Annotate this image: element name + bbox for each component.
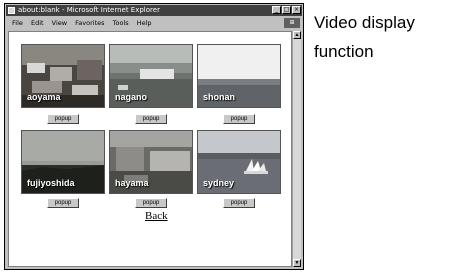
camera-thumbnail-hayama[interactable]: hayama xyxy=(109,130,193,194)
popup-button-hayama[interactable]: popup xyxy=(135,198,167,208)
thumbnail-label: sydney xyxy=(203,178,235,188)
popup-button-sydney[interactable]: popup xyxy=(223,198,255,208)
thumbnail-label: nagano xyxy=(115,92,148,102)
windows-logo-icon: ⊞ xyxy=(284,18,300,28)
menu-favorites[interactable]: Favorites xyxy=(75,19,104,27)
close-icon[interactable]: × xyxy=(292,6,301,14)
menu-view[interactable]: View xyxy=(52,19,67,27)
vertical-scrollbar[interactable]: ▲ ▼ xyxy=(292,31,301,267)
camera-thumbnail-shonan[interactable]: shonan xyxy=(197,44,281,108)
menu-help[interactable]: Help xyxy=(137,19,152,27)
browser-icon xyxy=(8,7,15,14)
scroll-down-icon[interactable]: ▼ xyxy=(293,259,301,267)
popup-button-shonan[interactable]: popup xyxy=(223,114,255,124)
back-link[interactable]: Back xyxy=(145,210,168,222)
camera-thumbnail-aoyama[interactable]: aoyama xyxy=(21,44,105,108)
thumbnail-label: shonan xyxy=(203,92,236,102)
thumbnail-label: aoyama xyxy=(27,92,61,102)
scroll-up-icon[interactable]: ▲ xyxy=(293,31,301,39)
popup-button-aoyama[interactable]: popup xyxy=(47,114,79,124)
camera-thumbnail-fujiyoshida[interactable]: fujiyoshida xyxy=(21,130,105,194)
popup-button-fujiyoshida[interactable]: popup xyxy=(47,198,79,208)
title-bar: about:blank - Microsoft Internet Explore… xyxy=(6,5,302,16)
caption-line-1: Video display xyxy=(314,13,415,32)
thumbnail-label: fujiyoshida xyxy=(27,178,75,188)
minimize-icon[interactable]: _ xyxy=(272,6,281,14)
window-title: about:blank - Microsoft Internet Explore… xyxy=(18,6,160,14)
thumbnail-label: hayama xyxy=(115,178,149,188)
popup-button-nagano[interactable]: popup xyxy=(135,114,167,124)
camera-thumbnail-sydney[interactable]: sydney xyxy=(197,130,281,194)
caption-line-2: function xyxy=(314,42,374,61)
menu-edit[interactable]: Edit xyxy=(31,19,44,27)
menu-tools[interactable]: Tools xyxy=(113,19,129,27)
browser-window: about:blank - Microsoft Internet Explore… xyxy=(4,3,304,270)
maximize-icon[interactable]: □ xyxy=(282,6,291,14)
menu-bar: File Edit View Favorites Tools Help ⊞ xyxy=(6,17,302,29)
menu-file[interactable]: File xyxy=(12,19,23,27)
camera-thumbnail-nagano[interactable]: nagano xyxy=(109,44,193,108)
caption: Video display function xyxy=(314,8,415,66)
page-content: aoyama nagano shonan popup popup popup f… xyxy=(8,31,292,267)
